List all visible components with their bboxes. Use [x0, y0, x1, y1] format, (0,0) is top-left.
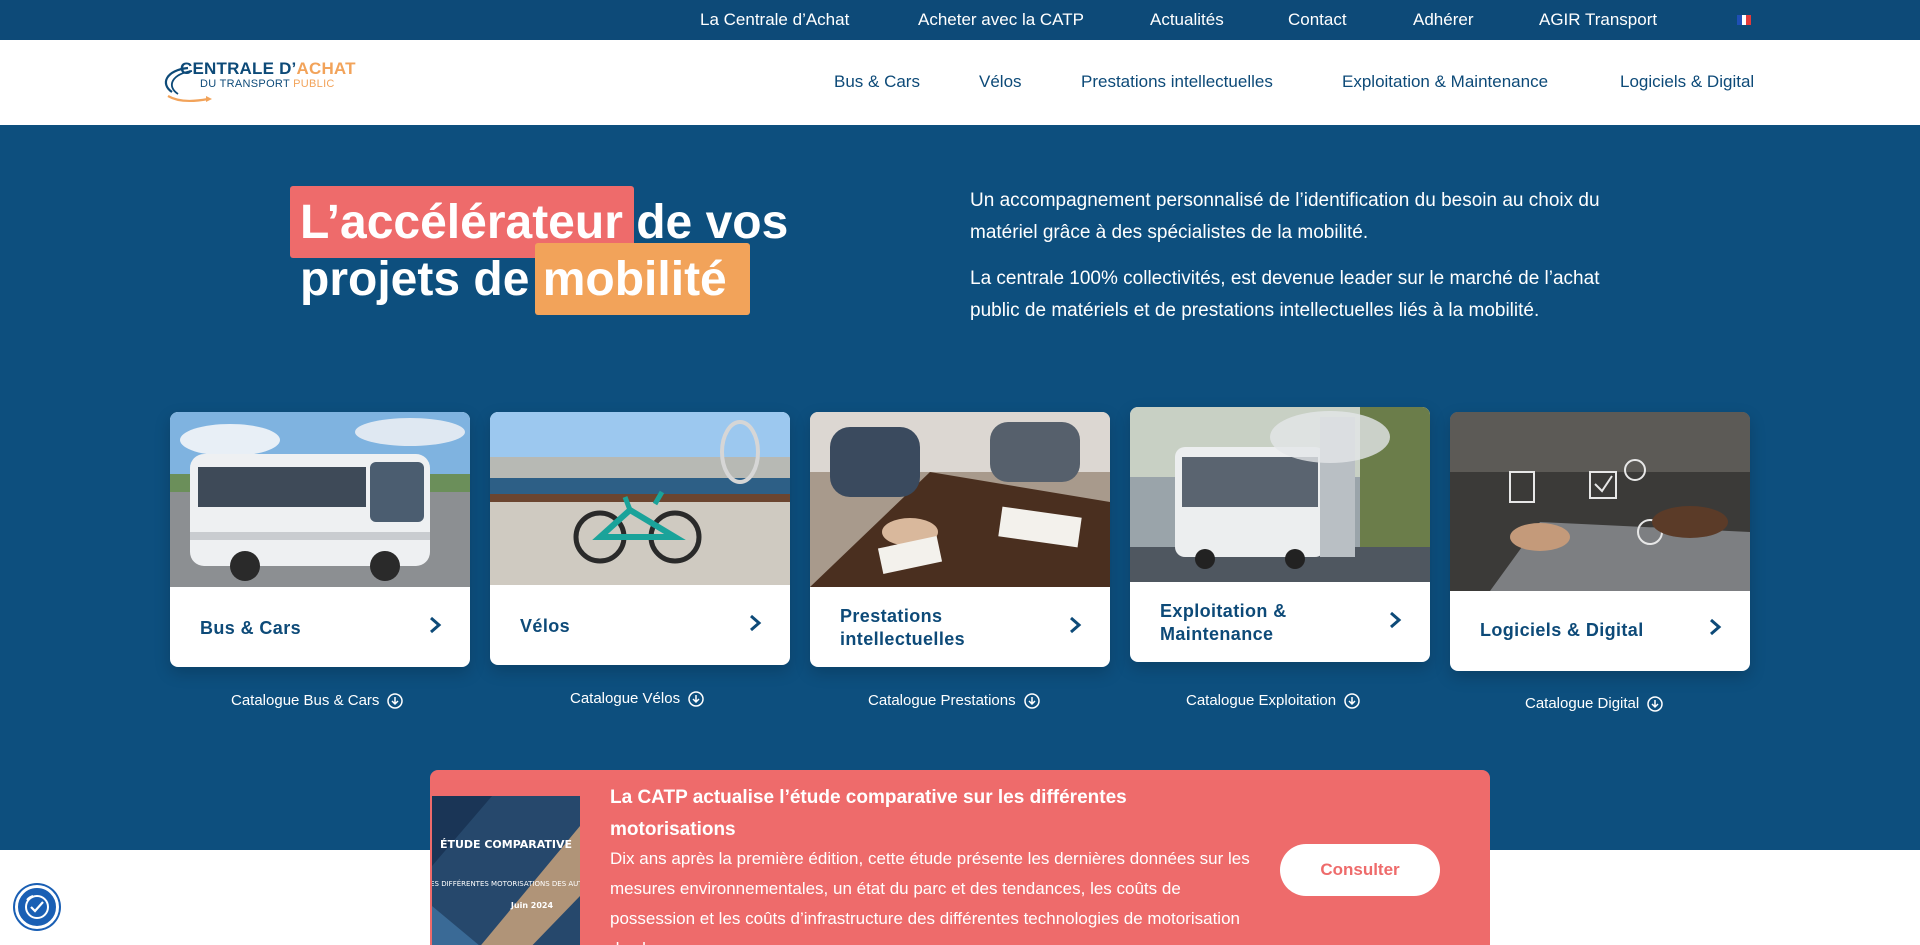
download-circle-icon [1344, 692, 1360, 709]
hero-paragraph-2: La centrale 100% collectivités, est deve… [970, 268, 1600, 321]
card-exploitation[interactable]: Exploitation & Maintenance [1130, 407, 1430, 662]
catalog-label: Catalogue Exploitation [1186, 692, 1337, 709]
chevron-right-icon [1390, 611, 1402, 629]
nav-bus-cars[interactable]: Bus & Cars [834, 72, 920, 92]
hero-title-line2: projets de mobilité [300, 253, 727, 306]
cover-date: Juin 2024 [510, 901, 554, 910]
catalog-link-digital[interactable]: Catalogue Digital [1525, 695, 1663, 712]
card-label: Prestations intellectuelles [840, 606, 966, 649]
catalog-link-exploitation[interactable]: Catalogue Exploitation [1186, 692, 1360, 709]
topnav-contact[interactable]: Contact [1288, 10, 1347, 30]
chevron-right-icon [750, 614, 762, 632]
cover-title: ÉTUDE COMPARATIVE [439, 838, 573, 851]
catalog-link-velos[interactable]: Catalogue Vélos [570, 690, 704, 707]
card-label: Logiciels & Digital [1480, 620, 1644, 640]
topnav-adherer[interactable]: Adhérer [1413, 10, 1473, 30]
hero-title-line1: L’accélérateur de vos [300, 196, 789, 249]
topnav-actualites[interactable]: Actualités [1150, 10, 1224, 30]
nav-prestations[interactable]: Prestations intellectuelles [1081, 72, 1273, 92]
chevron-right-icon [1070, 616, 1082, 634]
logo[interactable]: CENTRALE D’ACHAT DU TRANSPORT PUBLIC [158, 58, 368, 106]
card-label: Bus & Cars [200, 618, 302, 638]
hero-section: L’accélérateur de vos projets de mobilit… [0, 125, 1920, 850]
catalog-link-prestations[interactable]: Catalogue Prestations [868, 692, 1040, 709]
logo-title: CENTRALE D’ACHAT [180, 59, 356, 78]
digital-photo [1450, 412, 1750, 591]
topnav-centrale-achat[interactable]: La Centrale d’Achat [700, 10, 849, 30]
news-banner: SUR LES DIFFÉRENTES MOTORISATIONS DES AU… [430, 770, 1490, 945]
study-cover-image[interactable]: SUR LES DIFFÉRENTES MOTORISATIONS DES AU… [432, 796, 580, 945]
french-flag-icon[interactable] [1737, 15, 1752, 25]
download-circle-icon [1023, 692, 1040, 709]
bus-wash-photo [1130, 407, 1430, 582]
cover-subtitle: SUR LES DIFFÉRENTES MOTORISATIONS DES AU… [432, 879, 580, 888]
download-circle-icon [1647, 695, 1663, 712]
nav-velos[interactable]: Vélos [979, 72, 1022, 92]
banner-title: La CATP actualise l’étude comparative su… [610, 787, 1127, 840]
download-circle-icon [387, 692, 404, 709]
topnav-acheter-catp[interactable]: Acheter avec la CATP [918, 10, 1084, 30]
card-prestations[interactable]: Prestations intellectuelles [810, 412, 1110, 667]
bicycle-photo [490, 412, 790, 585]
accessibility-button[interactable] [15, 885, 59, 929]
download-circle-icon [688, 690, 704, 707]
catalog-label: Catalogue Digital [1525, 695, 1640, 712]
logo-subtitle: DU TRANSPORT PUBLIC [200, 78, 335, 90]
card-bus-cars[interactable]: Bus & Cars [170, 412, 470, 667]
chevron-right-icon [1710, 618, 1722, 636]
main-header: CENTRALE D’ACHAT DU TRANSPORT PUBLIC Bus… [0, 40, 1920, 125]
card-label: Exploitation & Maintenance [1160, 601, 1287, 644]
top-bar: La Centrale d’Achat Acheter avec la CATP… [0, 0, 1920, 40]
catalog-label: Catalogue Prestations [868, 692, 1016, 709]
nav-logiciels[interactable]: Logiciels & Digital [1620, 72, 1754, 92]
bus-photo [170, 412, 470, 587]
catalog-link-bus-cars[interactable]: Catalogue Bus & Cars [231, 692, 404, 709]
catalog-label: Catalogue Bus & Cars [231, 692, 380, 709]
banner-text: Dix ans après la première édition, cette… [610, 849, 1250, 945]
catalog-label: Catalogue Vélos [570, 690, 681, 707]
card-logiciels[interactable]: Logiciels & Digital [1450, 412, 1750, 671]
accessibility-icon [25, 895, 49, 919]
nav-exploitation[interactable]: Exploitation & Maintenance [1342, 72, 1548, 92]
meeting-photo [810, 412, 1110, 587]
chevron-right-icon [430, 616, 442, 634]
consult-button[interactable]: Consulter [1280, 844, 1440, 896]
topnav-agir-transport[interactable]: AGIR Transport [1539, 10, 1657, 30]
card-velos[interactable]: Vélos [490, 412, 790, 665]
card-label: Vélos [520, 616, 571, 636]
hero-paragraph-1: Un accompagnement personnalisé de l’iden… [970, 190, 1600, 243]
